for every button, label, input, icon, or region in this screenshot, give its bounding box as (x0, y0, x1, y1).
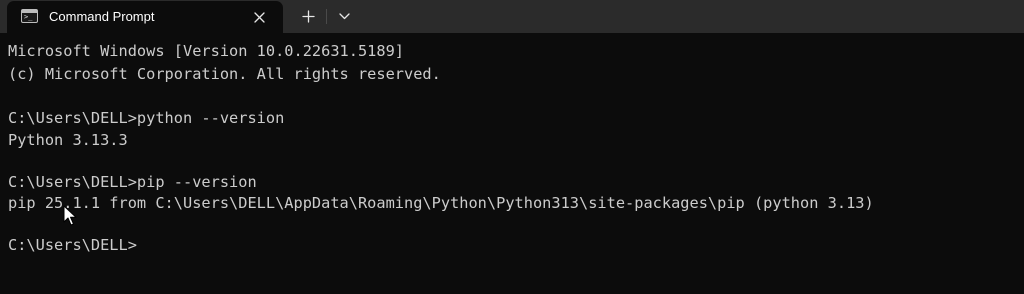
tab-divider (326, 9, 327, 24)
terminal-window: >_ Command Prompt Microsoft Windows [Ver… (0, 0, 1024, 294)
new-tab-button[interactable] (294, 4, 322, 28)
mouse-pointer-icon (63, 205, 77, 226)
console-line: C:\Users\DELL>python --version (8, 109, 285, 127)
console-line: Microsoft Windows [Version 10.0.22631.51… (8, 42, 405, 60)
close-icon (253, 11, 265, 23)
terminal-icon: >_ (21, 9, 38, 23)
console-output[interactable]: Microsoft Windows [Version 10.0.22631.51… (0, 33, 1024, 294)
console-line: (c) Microsoft Corporation. All rights re… (8, 65, 441, 83)
chevron-down-icon (338, 12, 350, 19)
tab-command-prompt[interactable]: >_ Command Prompt (7, 1, 283, 33)
plus-icon (301, 9, 315, 23)
profile-dropdown-button[interactable] (331, 4, 357, 28)
close-tab-button[interactable] (248, 6, 270, 28)
console-line: C:\Users\DELL>pip --version (8, 173, 257, 191)
console-line: pip 25.1.1 from C:\Users\DELL\AppData\Ro… (8, 194, 874, 212)
prompt-line: C:\Users\DELL> (8, 236, 137, 254)
tab-title: Command Prompt (49, 9, 155, 24)
console-line: Python 3.13.3 (8, 131, 128, 149)
tab-bar: >_ Command Prompt (0, 0, 1024, 33)
